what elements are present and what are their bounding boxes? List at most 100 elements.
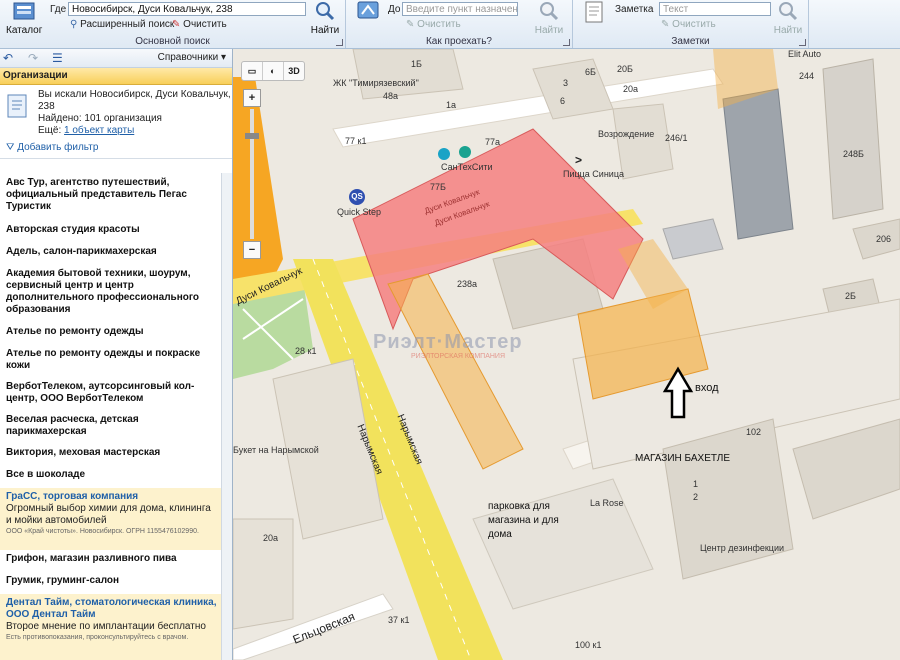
label-parking-3: дома: [488, 529, 512, 540]
label-1: 1: [693, 479, 699, 489]
label-206: 206: [876, 234, 892, 244]
label-6: 6: [560, 96, 566, 106]
shop-poi-icon[interactable]: [459, 146, 471, 158]
note-find-button[interactable]: Найти: [773, 1, 803, 36]
pizza-poi-icon[interactable]: >: [575, 153, 582, 167]
catalog-button[interactable]: Каталог: [6, 1, 42, 36]
label-2b: 2Б: [845, 291, 856, 301]
label-248b: 248Б: [843, 149, 864, 159]
label-elitauto: Elit Auto: [788, 49, 822, 59]
results-scrollbar[interactable]: [221, 173, 232, 660]
ribbon-toolbar: Каталог Где Новосибирск, Дуси Ковальчук,…: [0, 0, 900, 49]
add-filter-button[interactable]: ⛛ Добавить фильтр: [6, 142, 98, 153]
label-1b: 1Б: [411, 59, 422, 69]
results-panel: ↶ ↷ ☰ Справочники ▾ Организации Вы искал…: [0, 49, 233, 660]
ad-list-item[interactable]: Дентал Тайм, стоматологическая клиника, …: [0, 594, 222, 660]
find-label: Найти: [310, 25, 340, 36]
label-20a-2: 20а: [263, 533, 279, 543]
list-item[interactable]: Ателье по ремонту одежды и покраске кожи: [0, 345, 222, 378]
santeh-poi-icon[interactable]: [438, 148, 450, 160]
route-clear-button[interactable]: ✎ Очистить: [406, 19, 461, 30]
eraser-icon: ✎: [661, 19, 670, 30]
forward-arrow-icon[interactable]: ↷: [28, 51, 38, 65]
clear-label: Очистить: [183, 19, 227, 30]
ad-title: Дентал Тайм, стоматологическая клиника, …: [6, 597, 217, 620]
label-buket: Букет на Нарымской: [233, 445, 319, 455]
map-canvas: [233, 49, 900, 660]
label-2: 2: [693, 492, 699, 502]
ad-disclaimer: ООО «Край чистоты». Новосибирск. ОГРН 11…: [6, 528, 199, 535]
find-button[interactable]: Найти: [310, 1, 340, 36]
quickstep-poi-icon[interactable]: QS: [349, 189, 365, 205]
references-label: Справочники: [157, 52, 219, 63]
label-zhk: ЖК "Тимирязевский": [333, 78, 419, 88]
summary-doc-icon: [5, 93, 31, 122]
map-view[interactable]: ▭ ◐ 3D + − Дуси Ковальчук Нарымская Нарымс…: [233, 49, 900, 660]
label-238a: 238а: [457, 279, 478, 289]
note-clear-button[interactable]: ✎ Очистить: [661, 19, 716, 30]
zoom-slider-handle[interactable]: [245, 133, 259, 139]
label-pizza: Пицца Синица: [563, 169, 624, 179]
notes-expand-icon[interactable]: [799, 39, 806, 46]
filter-icon: ⛛: [6, 142, 15, 153]
list-item[interactable]: Ателье по ремонту одежды: [0, 323, 222, 345]
list-item[interactable]: Веселая расческа, детская парикмахерская: [0, 411, 222, 444]
route-clear-label: Очистить: [417, 19, 461, 30]
ad-list-item[interactable]: ГраСС, торговая компания Огромный выбор …: [0, 488, 222, 550]
mode-3d-button[interactable]: 3D: [284, 62, 304, 80]
route-icon[interactable]: [356, 0, 382, 23]
list-item[interactable]: ВерботТелеком, аутсорсинговый кол-центр,…: [0, 378, 222, 411]
route-expand-icon[interactable]: [563, 39, 570, 46]
clear-button[interactable]: ✎ Очистить: [172, 19, 227, 30]
list-item[interactable]: Все в шоколаде: [0, 466, 222, 488]
list-item[interactable]: Академия бытовой техники, шоурум, сервис…: [0, 265, 222, 323]
eraser-icon: ✎: [172, 19, 181, 30]
label-dezinfekcii: Центр дезинфекции: [700, 543, 785, 553]
label-77k1: 77 к1: [345, 136, 367, 146]
summary-query-line2: 238: [38, 101, 55, 112]
zoom-in-button[interactable]: +: [243, 89, 261, 107]
label-santeh: СанТехСити: [441, 162, 493, 172]
list-item[interactable]: Авс Тур, агентство путешествий, официаль…: [0, 174, 222, 221]
list-item[interactable]: Грифон, магазин разливного пива: [0, 550, 222, 572]
advanced-search-button[interactable]: ⚲ Расширенный поиск: [70, 19, 174, 30]
list-item[interactable]: Виктория, меховая мастерская: [0, 444, 222, 466]
route-find-button[interactable]: Найти: [534, 1, 564, 36]
search-icon: [773, 1, 803, 24]
to-label: До: [388, 4, 401, 15]
list-icon[interactable]: ☰: [52, 51, 63, 65]
note-label: Заметка: [615, 4, 654, 15]
back-arrow-icon[interactable]: ↶: [3, 51, 13, 65]
route-group-label: Как проехать?: [425, 36, 492, 47]
note-input[interactable]: Текст: [659, 2, 771, 16]
note-find-label: Найти: [773, 25, 803, 36]
where-input[interactable]: Новосибирск, Дуси Ковальчук, 238: [68, 2, 306, 16]
destination-input[interactable]: Введите пункт назначения: [402, 2, 518, 16]
label-77a: 77а: [485, 137, 501, 147]
summary-more-prefix: Ещё:: [38, 125, 62, 136]
ruler-icon[interactable]: ▭: [242, 62, 263, 80]
list-item[interactable]: Авторская студия красоты: [0, 221, 222, 243]
label-48a: 48а: [383, 91, 399, 101]
rotate-icon[interactable]: ◐: [263, 62, 284, 80]
references-dropdown[interactable]: Справочники ▾: [158, 52, 226, 63]
watermark-subtitle: РИЭЛТОРСКАЯ КОМПАНИЯ: [411, 353, 506, 360]
map-object-link[interactable]: 1 объект карты: [64, 125, 134, 136]
watermark: Риэлт·Мастер: [373, 331, 523, 353]
search-icon: [534, 1, 564, 24]
list-item[interactable]: Адель, салон-парикмахерская: [0, 243, 222, 265]
zoom-slider[interactable]: [245, 109, 259, 239]
search-icon: [310, 1, 340, 24]
label-parking-2: магазина и для: [488, 515, 559, 526]
list-item[interactable]: Грумик, груминг-салон: [0, 572, 222, 594]
ad-description: Огромный выбор химии для дома, клининга …: [6, 503, 211, 526]
zoom-control: + −: [243, 89, 261, 259]
zoom-out-button[interactable]: −: [243, 241, 261, 259]
label-parking-1: парковка для: [488, 501, 550, 512]
note-icon[interactable]: [583, 0, 607, 27]
label-20b: 20Б: [617, 64, 633, 74]
note-clear-label: Очистить: [672, 19, 716, 30]
label-vozrozhdenie: Возрождение: [598, 129, 655, 139]
organization-list: Авс Тур, агентство путешествий, официаль…: [0, 174, 222, 660]
main-search-expand-icon[interactable]: [336, 39, 343, 46]
